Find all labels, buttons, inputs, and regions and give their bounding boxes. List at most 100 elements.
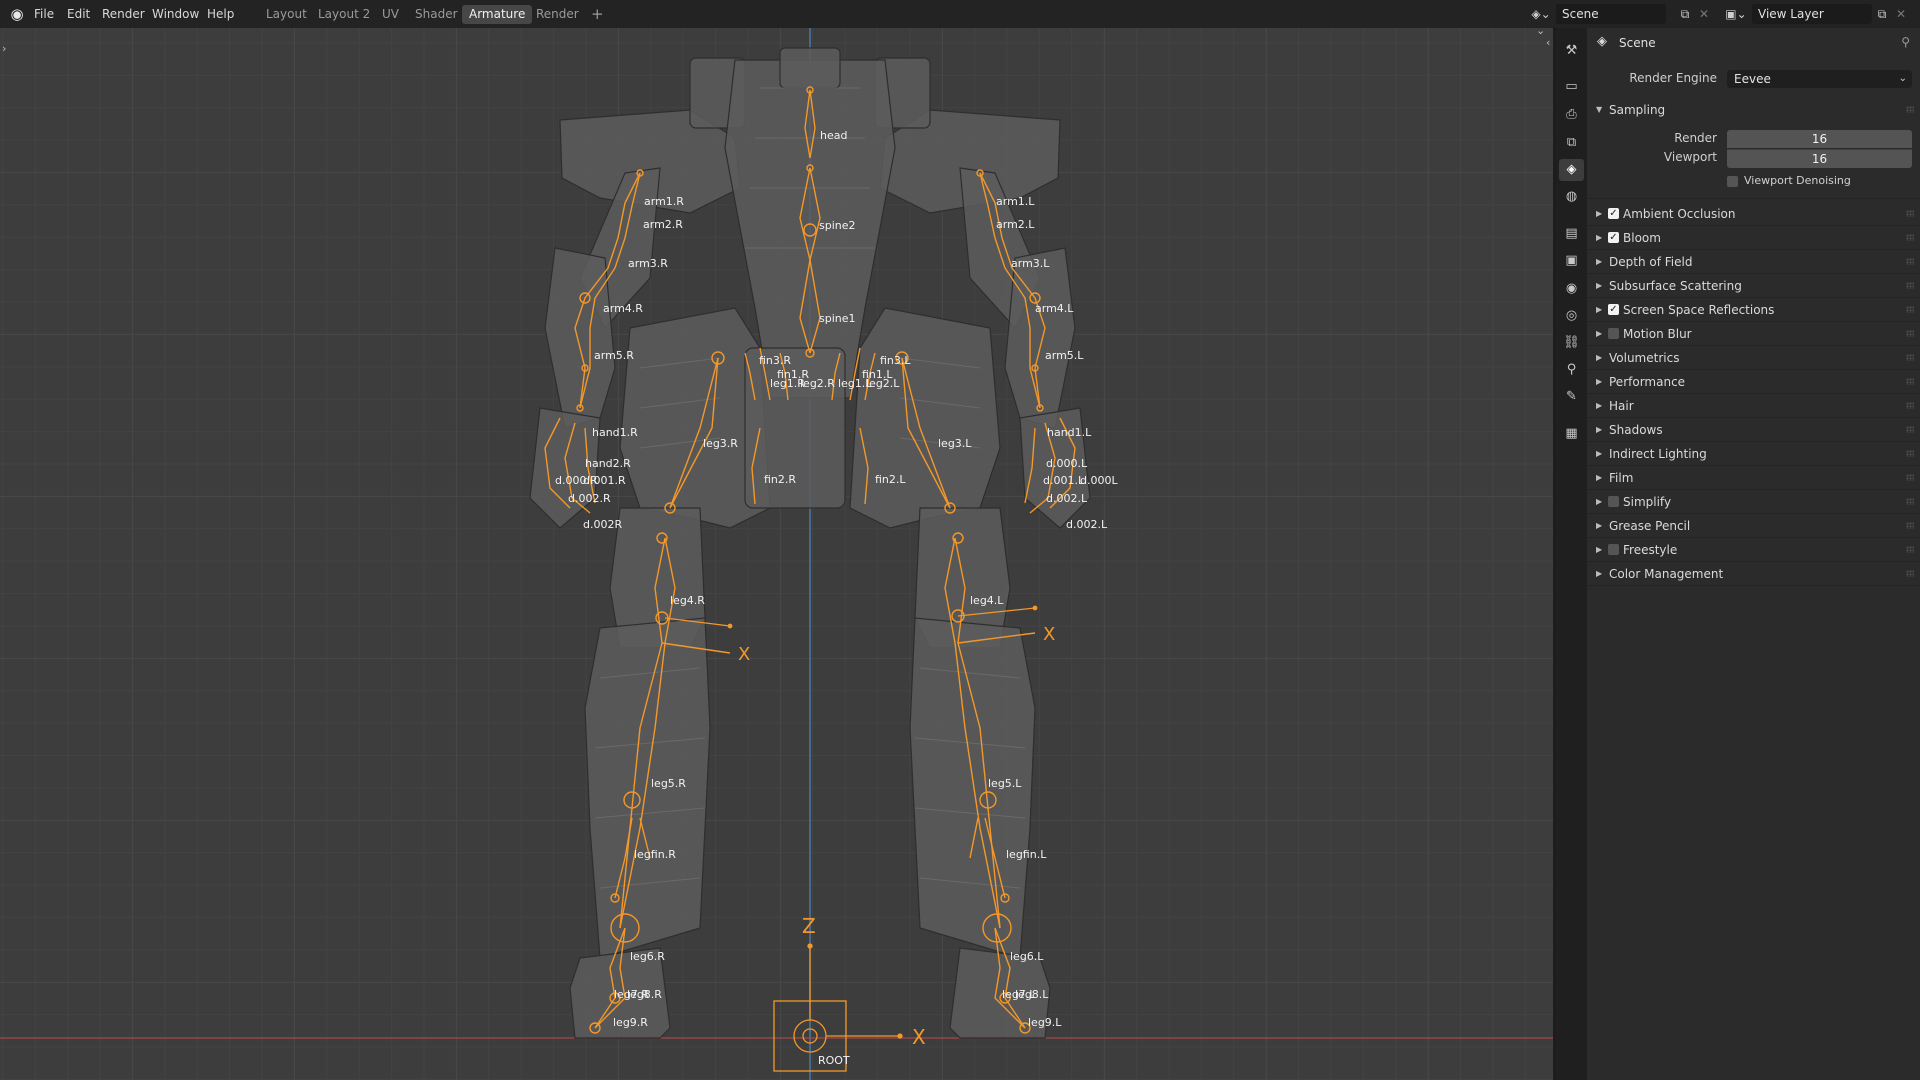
volumetrics-panel-header[interactable]: ▶ Volumetrics — [1587, 347, 1920, 369]
bone-label-leg5-l: leg5.L — [988, 777, 1022, 790]
drag-handle-icon[interactable] — [1906, 234, 1914, 241]
drag-handle-icon[interactable] — [1906, 282, 1914, 289]
drag-handle-icon[interactable] — [1906, 402, 1914, 409]
bloom-checkbox[interactable]: ✓ — [1608, 232, 1619, 243]
remove-view-layer-icon[interactable]: ✕ — [1894, 4, 1908, 24]
drag-handle-icon[interactable] — [1906, 330, 1914, 337]
menu-window[interactable]: Window — [152, 0, 199, 28]
hair-panel-header[interactable]: ▶ Hair — [1587, 395, 1920, 417]
drag-handle-icon[interactable] — [1906, 522, 1914, 529]
depth-of-field-label: Depth of Field — [1609, 255, 1693, 269]
texture-icon[interactable]: ▦ — [1559, 423, 1584, 445]
film-panel-header[interactable]: ▶ Film — [1587, 467, 1920, 489]
motion-blur-checkbox[interactable] — [1608, 328, 1619, 339]
panel-divider — [1587, 273, 1920, 274]
bone-label-fin2-r: fin2.R — [764, 473, 796, 486]
performance-panel-header[interactable]: ▶ Performance — [1587, 371, 1920, 393]
workspace-tab-render[interactable]: Render — [529, 5, 586, 24]
drag-handle-icon[interactable] — [1906, 426, 1914, 433]
bone-label-hand2-r: hand2.R — [585, 457, 631, 470]
menu-edit[interactable]: Edit — [67, 0, 90, 28]
depth-of-field-panel-header[interactable]: ▶ Depth of Field — [1587, 251, 1920, 273]
freestyle-panel-header[interactable]: ▶ Freestyle — [1587, 539, 1920, 561]
world-icon[interactable]: ◍ — [1559, 186, 1584, 208]
drag-handle-icon[interactable] — [1906, 498, 1914, 505]
shadows-panel-header[interactable]: ▶ Shadows — [1587, 419, 1920, 441]
simplify-panel-header[interactable]: ▶ Simplify — [1587, 491, 1920, 513]
color-management-panel-header[interactable]: ▶ Color Management — [1587, 563, 1920, 585]
bone-label-spine2: spine2 — [819, 219, 856, 232]
grease-pencil-label: Grease Pencil — [1609, 519, 1691, 533]
bone-label-arm3-r: arm3.R — [628, 257, 668, 270]
bone-icon[interactable]: ✎ — [1559, 386, 1584, 408]
motion-blur-panel-header[interactable]: ▶ Motion Blur — [1587, 323, 1920, 345]
physics-icon[interactable]: ◎ — [1559, 305, 1584, 327]
render-layers-icon[interactable]: ▣⌄ — [1722, 4, 1750, 24]
drag-handle-icon[interactable] — [1906, 570, 1914, 577]
new-scene-icon[interactable]: ⧉ — [1677, 4, 1693, 24]
workspace-tab-layout-2[interactable]: Layout 2 — [311, 5, 377, 24]
screen-space-reflections-checkbox[interactable]: ✓ — [1608, 304, 1619, 315]
workspace-tab-uv[interactable]: UV — [375, 5, 406, 24]
z-axis-label: Z — [802, 914, 816, 938]
add-workspace-button[interactable]: + — [584, 5, 611, 24]
simplify-checkbox[interactable] — [1608, 496, 1619, 507]
render-engine-dropdown[interactable]: Eevee ⌄ — [1727, 70, 1912, 88]
tool-icon[interactable]: ⚒ — [1559, 40, 1584, 62]
drag-handle-icon[interactable] — [1906, 210, 1914, 217]
constraint-icon[interactable]: ⛓ — [1559, 332, 1584, 354]
freestyle-checkbox[interactable] — [1608, 544, 1619, 555]
output-icon[interactable]: ⎙ — [1559, 104, 1584, 126]
bloom-panel-header[interactable]: ▶ ✓ Bloom — [1587, 227, 1920, 249]
bone-label-d002-l-2: d.002.L — [1066, 518, 1108, 531]
sampling-panel-header[interactable]: ▼ Sampling — [1587, 99, 1920, 121]
indirect-lighting-panel-header[interactable]: ▶ Indirect Lighting — [1587, 443, 1920, 465]
drag-handle-icon[interactable] — [1906, 546, 1914, 553]
pin-icon[interactable]: ⚲ — [1901, 35, 1910, 49]
ambient-occlusion-checkbox[interactable]: ✓ — [1608, 208, 1619, 219]
simplify-label: Simplify — [1623, 495, 1672, 509]
blender-logo-icon[interactable]: ◉ — [8, 5, 26, 23]
viewport-denoising-checkbox[interactable] — [1727, 176, 1738, 187]
drag-handle-icon[interactable] — [1906, 450, 1914, 457]
drag-handle-icon[interactable] — [1906, 106, 1914, 113]
collection-icon[interactable]: ▤ — [1559, 223, 1584, 245]
render-samples-field[interactable]: 16 — [1727, 130, 1912, 148]
grease-pencil-panel-header[interactable]: ▶ Grease Pencil — [1587, 515, 1920, 537]
panel-divider — [1587, 198, 1920, 199]
menu-file[interactable]: File — [34, 0, 54, 28]
viewport-samples-field[interactable]: 16 — [1727, 149, 1912, 168]
scene-icon[interactable]: ◈⌄ — [1527, 4, 1555, 24]
drag-handle-icon[interactable] — [1906, 354, 1914, 361]
drag-handle-icon[interactable] — [1906, 306, 1914, 313]
panel-divider — [1587, 441, 1920, 442]
workspace-tab-shader[interactable]: Shader — [408, 5, 465, 24]
render-icon[interactable]: ▭ — [1559, 76, 1584, 98]
drag-handle-icon[interactable] — [1906, 474, 1914, 481]
workspace-tab-layout[interactable]: Layout — [259, 5, 314, 24]
object-icon[interactable]: ▣ — [1559, 250, 1584, 272]
drag-handle-icon[interactable] — [1906, 258, 1914, 265]
workspace-tab-armature[interactable]: Armature — [462, 5, 533, 24]
panel-divider — [1587, 561, 1920, 562]
view-layer-name-field[interactable]: View Layer — [1752, 4, 1872, 24]
collapsed-arrow-icon: ▶ — [1596, 353, 1603, 362]
ambient-occlusion-label: Ambient Occlusion — [1623, 207, 1736, 221]
collapsed-arrow-icon: ▶ — [1596, 377, 1603, 386]
modifier-icon[interactable]: ◉ — [1559, 278, 1584, 300]
ambient-occlusion-panel-header[interactable]: ▶ ✓ Ambient Occlusion — [1587, 203, 1920, 225]
data-icon[interactable]: ⚲ — [1559, 359, 1584, 381]
3d-viewport[interactable]: › ⌄ ‹ Z X X X head spine2 spine1 arm1.R … — [0, 28, 1553, 1080]
remove-scene-icon[interactable]: ✕ — [1697, 4, 1711, 24]
new-view-layer-icon[interactable]: ⧉ — [1874, 4, 1890, 24]
subsurface-scattering-panel-header[interactable]: ▶ Subsurface Scattering — [1587, 275, 1920, 297]
menu-help[interactable]: Help — [207, 0, 234, 28]
screen-space-reflections-panel-header[interactable]: ▶ ✓ Screen Space Reflections — [1587, 299, 1920, 321]
drag-handle-icon[interactable] — [1906, 378, 1914, 385]
scene-name-field[interactable]: Scene — [1556, 4, 1666, 24]
scene-icon[interactable]: ◈ — [1559, 159, 1584, 181]
menu-render[interactable]: Render — [102, 0, 145, 28]
view-layer-icon[interactable]: ⧉ — [1559, 132, 1584, 154]
panel-divider — [1587, 369, 1920, 370]
performance-label: Performance — [1609, 375, 1686, 389]
